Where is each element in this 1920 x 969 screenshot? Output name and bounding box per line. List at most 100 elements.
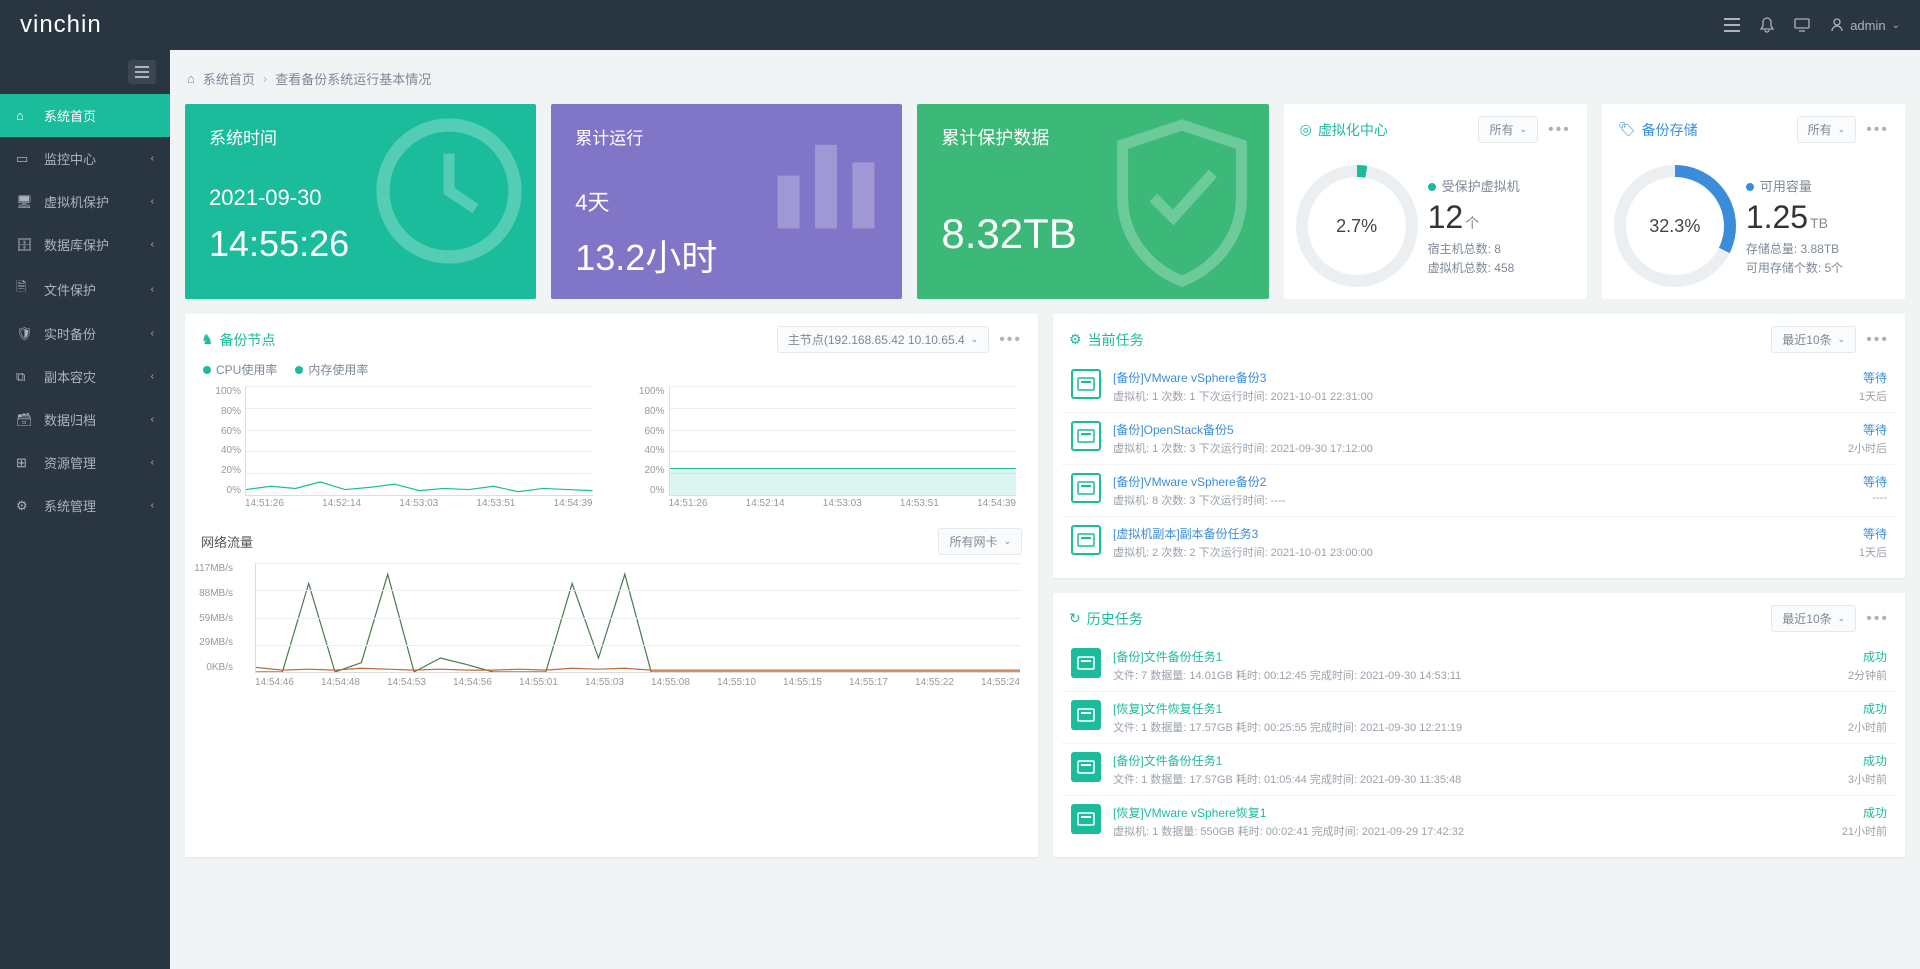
- task-status: 成功: [1842, 804, 1887, 821]
- tile-uptime: 累计运行 4天 13.2小时: [551, 104, 902, 299]
- task-subtitle: 虚拟机: 2 次数: 2 下次运行时间: 2021-10-01 23:00:00: [1113, 544, 1847, 560]
- panel-title: ◎虚拟化中心: [1300, 120, 1388, 140]
- user-menu[interactable]: admin ⌄: [1830, 18, 1900, 33]
- task-status: 成功: [1848, 648, 1887, 665]
- sidebar-item-db[interactable]: 🗄数据库保护‹: [0, 223, 170, 266]
- legend-label: 受保护虚拟机: [1442, 179, 1520, 194]
- more-icon[interactable]: •••: [999, 331, 1022, 349]
- file-icon: 🗎: [16, 278, 34, 300]
- sidebar-item-resource[interactable]: ⊞ 资源管理 ‹: [0, 441, 170, 484]
- more-icon[interactable]: •••: [1866, 610, 1889, 628]
- legend-label: 可用容量: [1760, 179, 1812, 194]
- task-row[interactable]: [虚拟机副本]副本备份任务3 虚拟机: 2 次数: 2 下次运行时间: 2021…: [1061, 517, 1897, 568]
- chevron-down-icon: ⌄: [1838, 613, 1846, 624]
- chevron-left-icon: ‹: [151, 196, 154, 207]
- task-row[interactable]: [备份]文件备份任务1 文件: 1 数据量: 17.57GB 耗时: 01:05…: [1061, 744, 1897, 796]
- monitor-icon: ▭: [16, 151, 34, 167]
- resource-icon: ⊞: [16, 455, 34, 471]
- task-type-icon: [1071, 525, 1101, 555]
- bell-icon[interactable]: [1760, 17, 1774, 33]
- node-selector-dropdown[interactable]: 主节点(192.168.65.42 10.10.65.4⌄: [777, 326, 989, 353]
- task-row[interactable]: [备份]VMware vSphere备份3 虚拟机: 1 次数: 1 下次运行时…: [1061, 361, 1897, 413]
- sidebar-item-file[interactable]: 🗎文件保护‹: [0, 266, 170, 312]
- chevron-left-icon: ‹: [151, 239, 154, 250]
- sidebar-item-shield[interactable]: 🛡 实时备份 ‹: [0, 312, 170, 355]
- network-chart: 117MB/s88MB/s59MB/s29MB/s0KB/s 14:54:461…: [185, 563, 1038, 702]
- main-content: ⌂ 系统首页 › 查看备份系统运行基本情况 系统时间 2021-09-30 14…: [170, 50, 1920, 969]
- sidebar-item-vm[interactable]: 🖥虚拟机保护‹: [0, 180, 170, 223]
- sidebar-item-home[interactable]: ⌂ 系统首页: [0, 94, 170, 137]
- breadcrumb-current: 查看备份系统运行基本情况: [275, 69, 431, 88]
- dashboard-icon: 🏷: [1618, 121, 1636, 138]
- chevron-left-icon: ‹: [151, 414, 154, 425]
- task-row[interactable]: [备份]文件备份任务1 文件: 7 数据量: 14.01GB 耗时: 00:12…: [1061, 640, 1897, 692]
- gauge-value: 2.7%: [1296, 165, 1418, 287]
- virt-gauge: 2.7%: [1296, 165, 1418, 287]
- legend-cpu: CPU使用率: [216, 363, 277, 377]
- storage-filter-dropdown[interactable]: 所有⌄: [1797, 116, 1857, 143]
- sidebar-item-label: 虚拟机保护: [44, 192, 109, 211]
- tile-system-time: 系统时间 2021-09-30 14:55:26: [185, 104, 536, 299]
- stat-line: 可用存储个数: 5个: [1746, 259, 1893, 276]
- panel-backup-node: ♞备份节点 主节点(192.168.65.42 10.10.65.4⌄ ••• …: [185, 314, 1038, 857]
- sidebar-item-gear[interactable]: ⚙系统管理‹: [0, 484, 170, 527]
- more-icon[interactable]: •••: [1866, 331, 1889, 349]
- stat-unit: TB: [1810, 215, 1828, 231]
- home-icon: ⌂: [16, 108, 34, 123]
- sidebar-toggle-button[interactable]: [128, 60, 156, 84]
- task-time: 2分钟前: [1848, 667, 1887, 683]
- target-icon: ◎: [1300, 121, 1312, 138]
- breadcrumb-sep: ›: [263, 71, 267, 86]
- task-title: [恢复]文件恢复任务1: [1113, 700, 1836, 717]
- virt-filter-dropdown[interactable]: 所有⌄: [1478, 116, 1538, 143]
- task-type-icon: [1071, 421, 1101, 451]
- task-subtitle: 虚拟机: 8 次数: 3 下次运行时间: ----: [1113, 492, 1851, 508]
- history-filter-dropdown[interactable]: 最近10条⌄: [1771, 605, 1856, 632]
- history-icon: ↻: [1069, 610, 1081, 627]
- sidebar-toggle-row: [0, 50, 170, 94]
- chevron-down-icon: ⌄: [1003, 536, 1011, 547]
- more-icon[interactable]: •••: [1866, 121, 1889, 139]
- task-title: [备份]文件备份任务1: [1113, 648, 1836, 665]
- chevron-left-icon: ‹: [151, 457, 154, 468]
- nic-selector-dropdown[interactable]: 所有网卡⌄: [938, 528, 1022, 555]
- sidebar-item-copy[interactable]: ⧉副本容灾‹: [0, 355, 170, 398]
- user-icon: [1830, 18, 1844, 32]
- legend-mem: 内存使用率: [308, 363, 368, 377]
- sidebar-item-archive[interactable]: 🗃数据归档‹: [0, 398, 170, 441]
- storage-gauge: 32.3%: [1614, 165, 1736, 287]
- task-status: 等待: [1859, 369, 1887, 386]
- task-row[interactable]: [备份]VMware vSphere备份2 虚拟机: 8 次数: 3 下次运行时…: [1061, 465, 1897, 517]
- task-row[interactable]: [恢复]文件恢复任务1 文件: 1 数据量: 17.57GB 耗时: 00:25…: [1061, 692, 1897, 744]
- task-row[interactable]: [备份]OpenStack备份5 虚拟机: 1 次数: 3 下次运行时间: 20…: [1061, 413, 1897, 465]
- sidebar-item-label: 实时备份: [44, 324, 96, 343]
- chevron-left-icon: ‹: [151, 328, 154, 339]
- chevron-down-icon: ⌄: [971, 334, 979, 345]
- task-time: 1天后: [1859, 388, 1887, 404]
- sidebar-item-label: 资源管理: [44, 453, 96, 472]
- chevron-left-icon: ‹: [151, 153, 154, 164]
- shield-icon: 🛡: [16, 326, 34, 342]
- monitor-icon[interactable]: [1794, 18, 1810, 32]
- sitemap-icon: ♞: [201, 331, 214, 348]
- task-type-icon: [1071, 804, 1101, 834]
- task-row[interactable]: [恢复]VMware vSphere恢复1 虚拟机: 1 数据量: 550GB …: [1061, 796, 1897, 847]
- stat-value: 1.25: [1746, 199, 1808, 235]
- task-type-icon: [1071, 700, 1101, 730]
- sidebar-item-label: 系统管理: [44, 496, 96, 515]
- task-type-icon: [1071, 473, 1101, 503]
- db-icon: 🗄: [16, 237, 34, 253]
- stat-unit: 个: [1465, 215, 1479, 231]
- tasks-icon: ⚙: [1069, 331, 1082, 348]
- breadcrumb-home[interactable]: 系统首页: [203, 69, 255, 88]
- sidebar-item-label: 系统首页: [44, 106, 96, 125]
- bars-icon: [760, 114, 892, 246]
- task-time: 2小时后: [1848, 440, 1887, 456]
- sidebar-item-monitor[interactable]: ▭监控中心‹: [0, 137, 170, 180]
- copy-icon: ⧉: [16, 369, 34, 385]
- panel-history-tasks: ↻历史任务 最近10条⌄ ••• [备份]文件备份任务1 文件: 7 数据量: …: [1053, 593, 1905, 857]
- list-icon[interactable]: [1724, 18, 1740, 32]
- more-icon[interactable]: •••: [1548, 121, 1571, 139]
- current-filter-dropdown[interactable]: 最近10条⌄: [1771, 326, 1856, 353]
- task-time: ----: [1863, 492, 1887, 504]
